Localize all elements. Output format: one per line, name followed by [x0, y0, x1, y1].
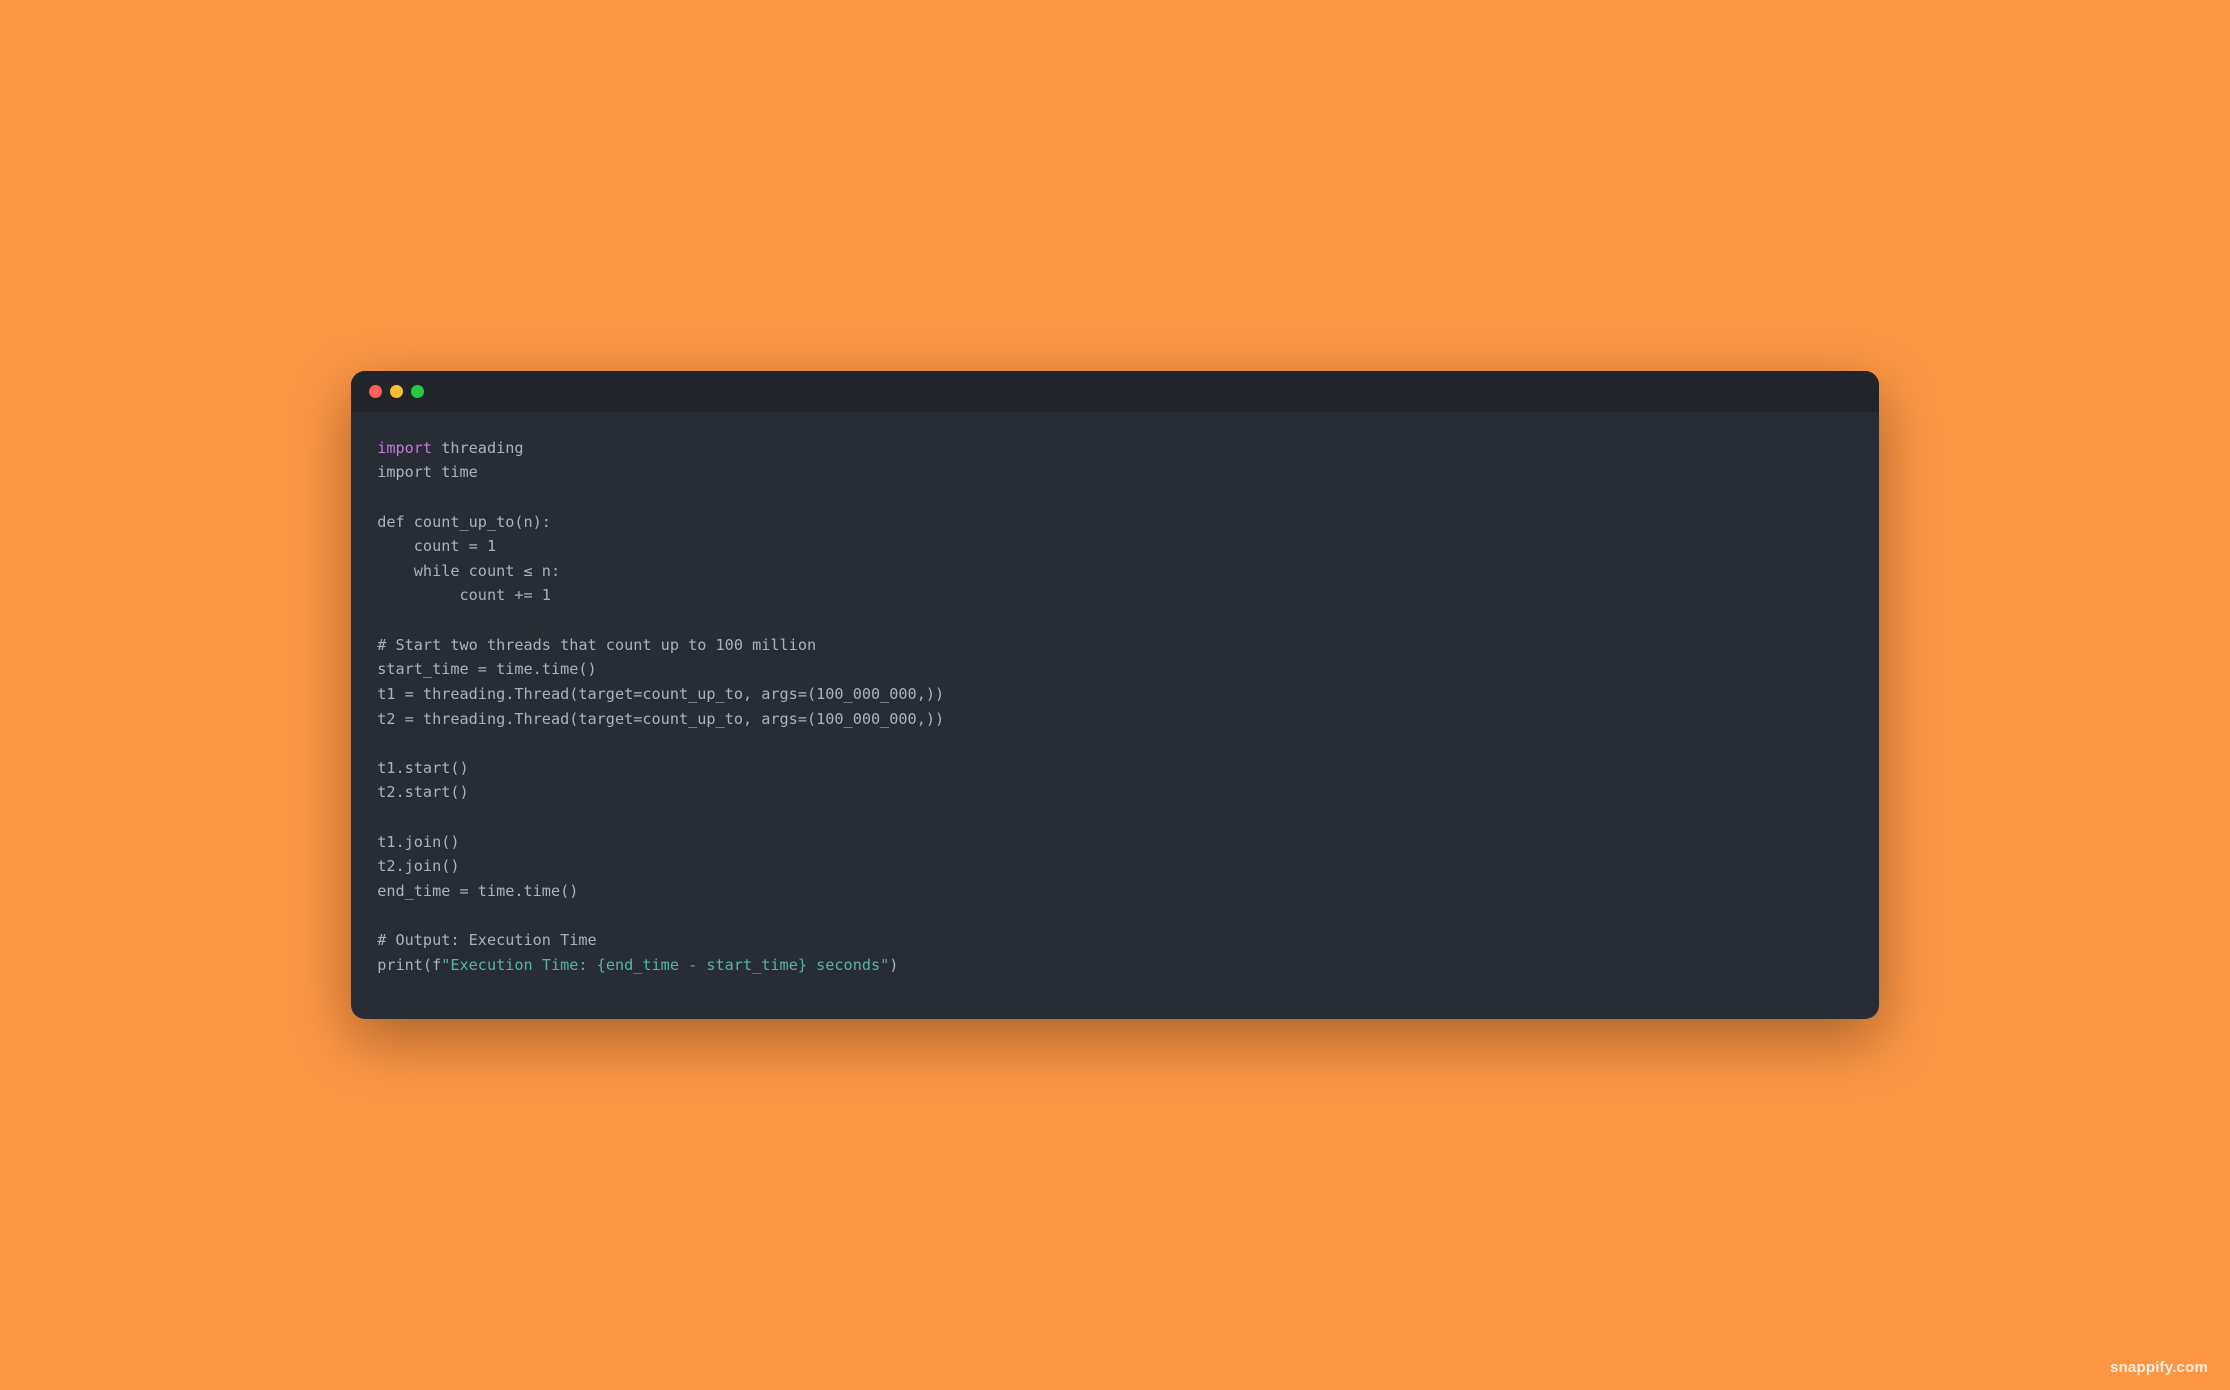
code-token: # Output: Execution Time [377, 931, 596, 949]
code-line: while count ≤ n: [377, 562, 560, 580]
code-token: threading [432, 439, 523, 457]
code-token: t2.start() [377, 783, 468, 801]
code-window: import threading import time def count_u… [351, 371, 1879, 1020]
code-token: t1.join() [377, 833, 459, 851]
code-token: ) [889, 956, 898, 974]
code-line: t1 = threading.Thread(target=count_up_to… [377, 685, 944, 703]
watermark: snappify.com [2110, 1359, 2208, 1376]
code-line: t1.join() [377, 833, 459, 851]
code-line: count = 1 [377, 537, 496, 555]
close-icon[interactable] [369, 385, 382, 398]
code-token: end_time = time.time() [377, 882, 578, 900]
code-line: import time [377, 463, 478, 481]
code-token: "Execution Time: {end_time - start_time}… [441, 956, 889, 974]
code-line: import threading [377, 439, 523, 457]
code-token: count += 1 [377, 586, 551, 604]
window-titlebar [351, 371, 1879, 412]
code-token: while count ≤ n: [377, 562, 560, 580]
code-token: import time [377, 463, 478, 481]
code-line: # Start two threads that count up to 100… [377, 636, 816, 654]
code-line: # Output: Execution Time [377, 931, 596, 949]
code-token: def count_up_to(n): [377, 513, 551, 531]
code-line: t2 = threading.Thread(target=count_up_to… [377, 710, 944, 728]
code-token: print(f [377, 956, 441, 974]
minimize-icon[interactable] [390, 385, 403, 398]
code-line: end_time = time.time() [377, 882, 578, 900]
code-line: start_time = time.time() [377, 660, 596, 678]
code-token: start_time = time.time() [377, 660, 596, 678]
code-line: t2.join() [377, 857, 459, 875]
code-block: import threading import time def count_u… [351, 412, 1879, 1020]
code-token: t2.join() [377, 857, 459, 875]
code-line: count += 1 [377, 586, 551, 604]
maximize-icon[interactable] [411, 385, 424, 398]
code-token: t1.start() [377, 759, 468, 777]
code-line: t1.start() [377, 759, 468, 777]
code-token: import [377, 439, 432, 457]
code-token: t2 = threading.Thread(target=count_up_to… [377, 710, 944, 728]
code-line: t2.start() [377, 783, 468, 801]
code-token: t1 = threading.Thread(target=count_up_to… [377, 685, 944, 703]
code-token: count = 1 [377, 537, 496, 555]
code-line: print(f"Execution Time: {end_time - star… [377, 956, 898, 974]
code-line: def count_up_to(n): [377, 513, 551, 531]
code-token: # Start two threads that count up to 100… [377, 636, 816, 654]
